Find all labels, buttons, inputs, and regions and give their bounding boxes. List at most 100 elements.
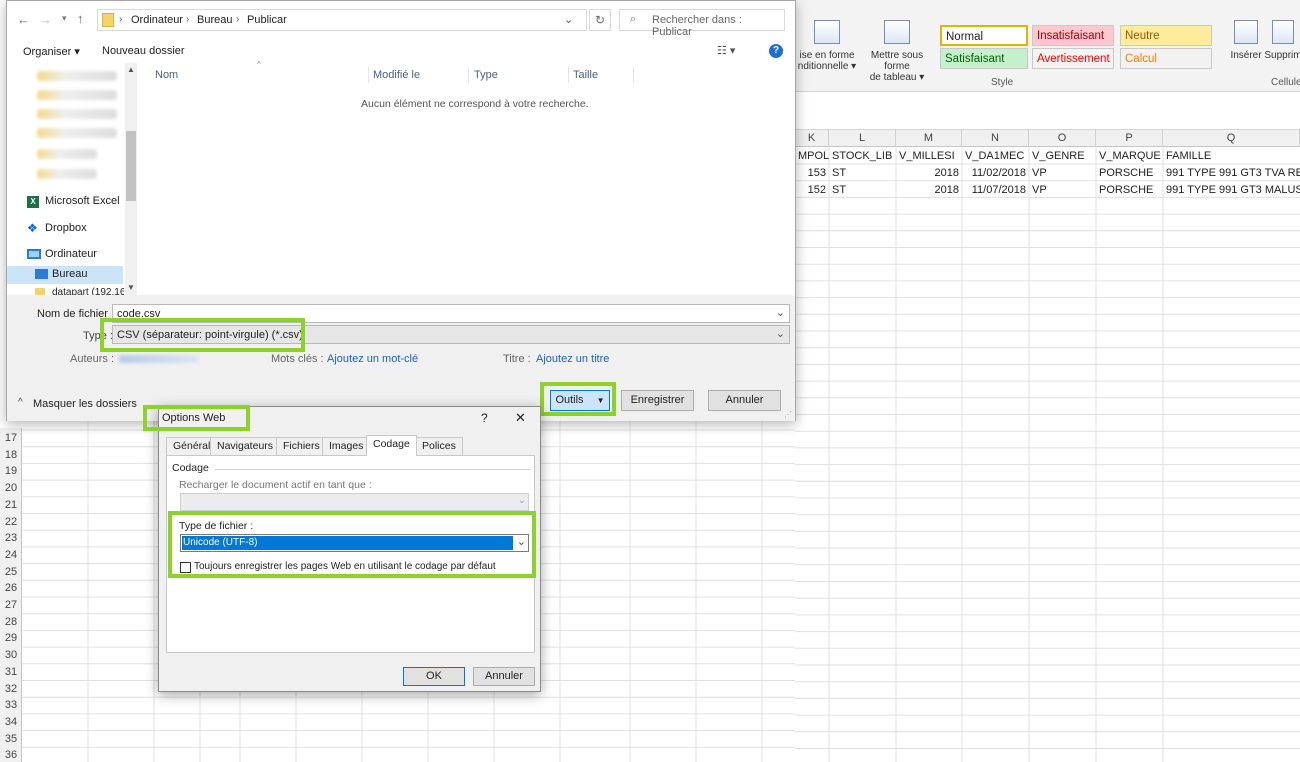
conditional-format-button[interactable]: ise en forme nditionnelle ▾ — [789, 20, 865, 72]
hide-folders-button[interactable]: Masquer les dossiers — [33, 398, 137, 410]
breadcrumb-ordinateur[interactable]: Ordinateur — [131, 14, 183, 26]
row-header[interactable]: 34 — [0, 714, 22, 731]
sheet-cell[interactable]: V_DA1MEC — [962, 148, 1029, 164]
nav-scrollbar[interactable]: ▲ ▼ — [125, 63, 137, 295]
column-name[interactable]: Nom — [155, 69, 178, 81]
sheet-cell[interactable]: 11/07/2018 — [962, 182, 1029, 198]
collapse-chevron-icon[interactable]: ^ — [18, 397, 23, 408]
scroll-up-icon[interactable]: ▲ — [127, 65, 135, 74]
row-header[interactable]: 18 — [0, 447, 22, 464]
new-folder-button[interactable]: Nouveau dossier — [102, 45, 185, 57]
recent-chevron-icon[interactable]: ▾ — [62, 13, 67, 24]
row-header[interactable]: 31 — [0, 664, 22, 681]
delete-button[interactable]: Supprim — [1263, 20, 1300, 61]
row-header[interactable]: 20 — [0, 480, 22, 497]
row-header[interactable]: 22 — [0, 514, 22, 531]
sheet-cell[interactable]: 11/02/2018 — [962, 165, 1029, 181]
column-size[interactable]: Taille — [573, 69, 598, 81]
forward-arrow-icon[interactable]: → — [39, 12, 52, 27]
cell-style-5[interactable]: Calcul — [1120, 48, 1212, 69]
sheet-cell[interactable]: VP — [1029, 165, 1096, 181]
cell-style-1[interactable]: Insatisfaisant — [1032, 25, 1114, 46]
row-header[interactable]: 33 — [0, 697, 22, 714]
tab-fonts[interactable]: Polices — [415, 437, 463, 455]
nav-item-desktop[interactable]: Bureau — [52, 268, 87, 280]
sheet-cell[interactable]: MPOLI — [795, 148, 829, 164]
file-type-select[interactable]: CSV (séparateur: point-virgule) (*.csv) … — [112, 325, 790, 344]
sheet-cell[interactable]: STOCK_LIB — [829, 148, 896, 164]
tab-encoding[interactable]: Codage — [366, 435, 417, 456]
row-header[interactable]: 35 — [0, 731, 22, 748]
help-button[interactable]: ? — [481, 411, 488, 425]
row-header[interactable]: 17 — [0, 430, 22, 447]
address-bar[interactable]: › Ordinateur › Bureau › Publicar ⌄ — [97, 9, 587, 31]
refresh-icon[interactable]: ↻ — [589, 9, 611, 31]
breadcrumb-bureau[interactable]: Bureau — [197, 14, 232, 26]
filename-input[interactable]: code.csv ⌄ — [112, 304, 790, 323]
row-header[interactable]: 25 — [0, 564, 22, 581]
column-header[interactable]: Q — [1163, 130, 1300, 147]
breadcrumb-publicar[interactable]: Publicar — [247, 14, 287, 26]
row-header[interactable]: 23 — [0, 530, 22, 547]
row-header[interactable]: 36 — [0, 747, 22, 762]
row-header[interactable]: 30 — [0, 647, 22, 664]
cell-style-3[interactable]: Satisfaisant — [940, 48, 1028, 69]
row-header[interactable]: 19 — [0, 463, 22, 480]
reload-select[interactable]: ⌄ — [180, 493, 529, 511]
sheet-cell[interactable]: 2018 — [896, 182, 962, 198]
back-arrow-icon[interactable]: ← — [17, 12, 30, 27]
search-input[interactable]: ⌕ Rechercher dans : Publicar — [619, 9, 785, 38]
nav-item-datapart[interactable]: datapart (192.16 — [52, 287, 124, 295]
row-header[interactable]: 27 — [0, 597, 22, 614]
resize-grip-icon[interactable]: ⋰ — [784, 410, 792, 419]
column-modified[interactable]: Modifié le — [373, 69, 420, 81]
row-header[interactable]: 24 — [0, 547, 22, 564]
row-header[interactable]: 26 — [0, 580, 22, 597]
organize-button[interactable]: Organiser ▾ — [23, 45, 80, 58]
cancel-button[interactable]: Annuler — [473, 667, 535, 686]
sheet-cell[interactable]: 153 — [795, 165, 829, 181]
always-default-checkbox[interactable] — [180, 562, 191, 573]
row-header[interactable]: 28 — [0, 614, 22, 631]
help-icon[interactable]: ? — [769, 44, 783, 58]
sheet-cell[interactable]: VP — [1029, 182, 1096, 198]
tab-files[interactable]: Fichiers — [276, 437, 327, 455]
sheet-cell[interactable]: FAMILLE — [1163, 148, 1300, 164]
column-header[interactable]: N — [962, 130, 1029, 147]
scroll-thumb[interactable] — [126, 131, 136, 201]
format-as-table-button[interactable]: Mettre sous forme de tableau ▾ — [857, 20, 937, 83]
column-header[interactable]: O — [1029, 130, 1096, 147]
cancel-button[interactable]: Annuler — [708, 390, 781, 411]
add-tag-link[interactable]: Ajoutez un mot-clé — [327, 353, 418, 365]
column-header[interactable]: K — [795, 130, 829, 147]
row-header[interactable]: 29 — [0, 630, 22, 647]
sheet-cell[interactable]: 991 TYPE 991 GT3 MALUS EC — [1163, 182, 1300, 198]
nav-item-excel[interactable]: Microsoft Excel — [45, 195, 120, 207]
nav-item-computer[interactable]: Ordinateur — [45, 248, 97, 260]
sheet-cell[interactable]: ST — [829, 182, 896, 198]
sheet-cell[interactable]: 991 TYPE 991 GT3 TVA RECU — [1163, 165, 1300, 181]
column-type[interactable]: Type — [474, 69, 498, 81]
column-header[interactable]: M — [896, 130, 962, 147]
tools-button[interactable]: Outils ▼ — [550, 390, 610, 411]
nav-item-dropbox[interactable]: Dropbox — [45, 222, 87, 234]
sheet-cell[interactable]: V_MILLESI — [896, 148, 962, 164]
ok-button[interactable]: OK — [403, 667, 465, 686]
sheet-cell[interactable]: V_MARQUE — [1096, 148, 1163, 164]
sheet-cell[interactable]: PORSCHE — [1096, 165, 1163, 181]
sheet-cell[interactable]: 2018 — [896, 165, 962, 181]
view-options-icon[interactable]: ☷ ▾ — [717, 44, 735, 57]
file-type-dropdown-icon[interactable]: ⌄ — [776, 327, 785, 341]
sheet-cell[interactable]: V_GENRE — [1029, 148, 1096, 164]
save-button[interactable]: Enregistrer — [621, 390, 694, 411]
scroll-down-icon[interactable]: ▼ — [127, 283, 135, 292]
column-header[interactable]: P — [1096, 130, 1163, 147]
encoding-select[interactable]: Unicode (UTF-8) ⌄ — [180, 534, 529, 552]
row-header[interactable]: 21 — [0, 497, 22, 514]
column-header[interactable]: L — [829, 130, 896, 147]
cell-style-2[interactable]: Neutre — [1120, 25, 1212, 46]
cell-style-0[interactable]: Normal — [940, 25, 1028, 46]
sheet-cell[interactable]: ST — [829, 165, 896, 181]
cell-style-4[interactable]: Avertissement — [1032, 48, 1114, 69]
up-arrow-icon[interactable]: ↑ — [77, 11, 84, 26]
